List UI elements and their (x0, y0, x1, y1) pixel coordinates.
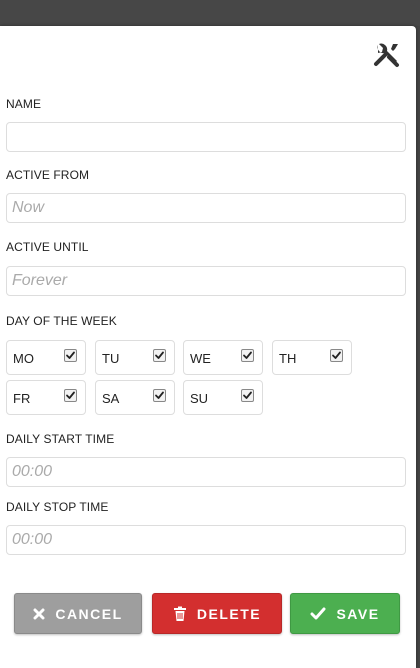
x-icon (33, 608, 45, 620)
day-checkbox-we[interactable]: WE (183, 340, 263, 375)
checkbox-checkmark-icon[interactable] (241, 349, 254, 362)
day-checkbox-sa[interactable]: SA (95, 380, 175, 415)
daily-start-label: DAILY START TIME (6, 432, 115, 446)
day-of-week-label: DAY OF THE WEEK (6, 314, 117, 328)
checkbox-checkmark-icon[interactable] (64, 389, 77, 402)
active-until-label: ACTIVE UNTIL (6, 240, 89, 254)
save-button-label: SAVE (336, 605, 380, 622)
day-label: FR (13, 391, 31, 406)
name-label: NAME (6, 97, 42, 111)
active-from-input[interactable] (6, 193, 406, 223)
checkbox-checkmark-icon[interactable] (153, 389, 166, 402)
tools-icon[interactable] (372, 40, 402, 70)
day-label: MO (13, 351, 34, 366)
daily-stop-label: DAILY STOP TIME (6, 500, 109, 514)
name-input[interactable] (6, 122, 406, 152)
day-label: SA (102, 391, 120, 406)
cancel-button-label: CANCEL (55, 605, 123, 622)
day-label: WE (190, 351, 211, 366)
checkbox-checkmark-icon[interactable] (241, 389, 254, 402)
day-checkbox-mo[interactable]: MO (6, 340, 86, 375)
delete-button[interactable]: DELETE (152, 593, 282, 634)
top-bar (0, 0, 420, 26)
day-checkbox-su[interactable]: SU (183, 380, 263, 415)
active-from-label: ACTIVE FROM (6, 168, 90, 182)
cancel-button[interactable]: CANCEL (14, 593, 142, 634)
day-label: TH (279, 351, 297, 366)
day-checkbox-fr[interactable]: FR (6, 380, 86, 415)
day-label: SU (190, 391, 209, 406)
delete-button-label: DELETE (196, 605, 262, 622)
checkbox-checkmark-icon[interactable] (330, 349, 343, 362)
day-checkbox-tu[interactable]: TU (95, 340, 175, 375)
day-label: TU (102, 351, 120, 366)
schedule-form-panel: NAME ACTIVE FROM ACTIVE UNTIL DAY OF THE… (0, 26, 416, 668)
active-until-input[interactable] (6, 266, 406, 296)
checkbox-checkmark-icon[interactable] (153, 349, 166, 362)
trash-icon (173, 606, 187, 622)
daily-start-input[interactable] (6, 457, 406, 487)
checkbox-checkmark-icon[interactable] (64, 349, 77, 362)
checkmark-icon (310, 607, 326, 620)
daily-stop-input[interactable] (6, 525, 406, 555)
save-button[interactable]: SAVE (290, 593, 400, 634)
day-checkbox-th[interactable]: TH (272, 340, 352, 375)
